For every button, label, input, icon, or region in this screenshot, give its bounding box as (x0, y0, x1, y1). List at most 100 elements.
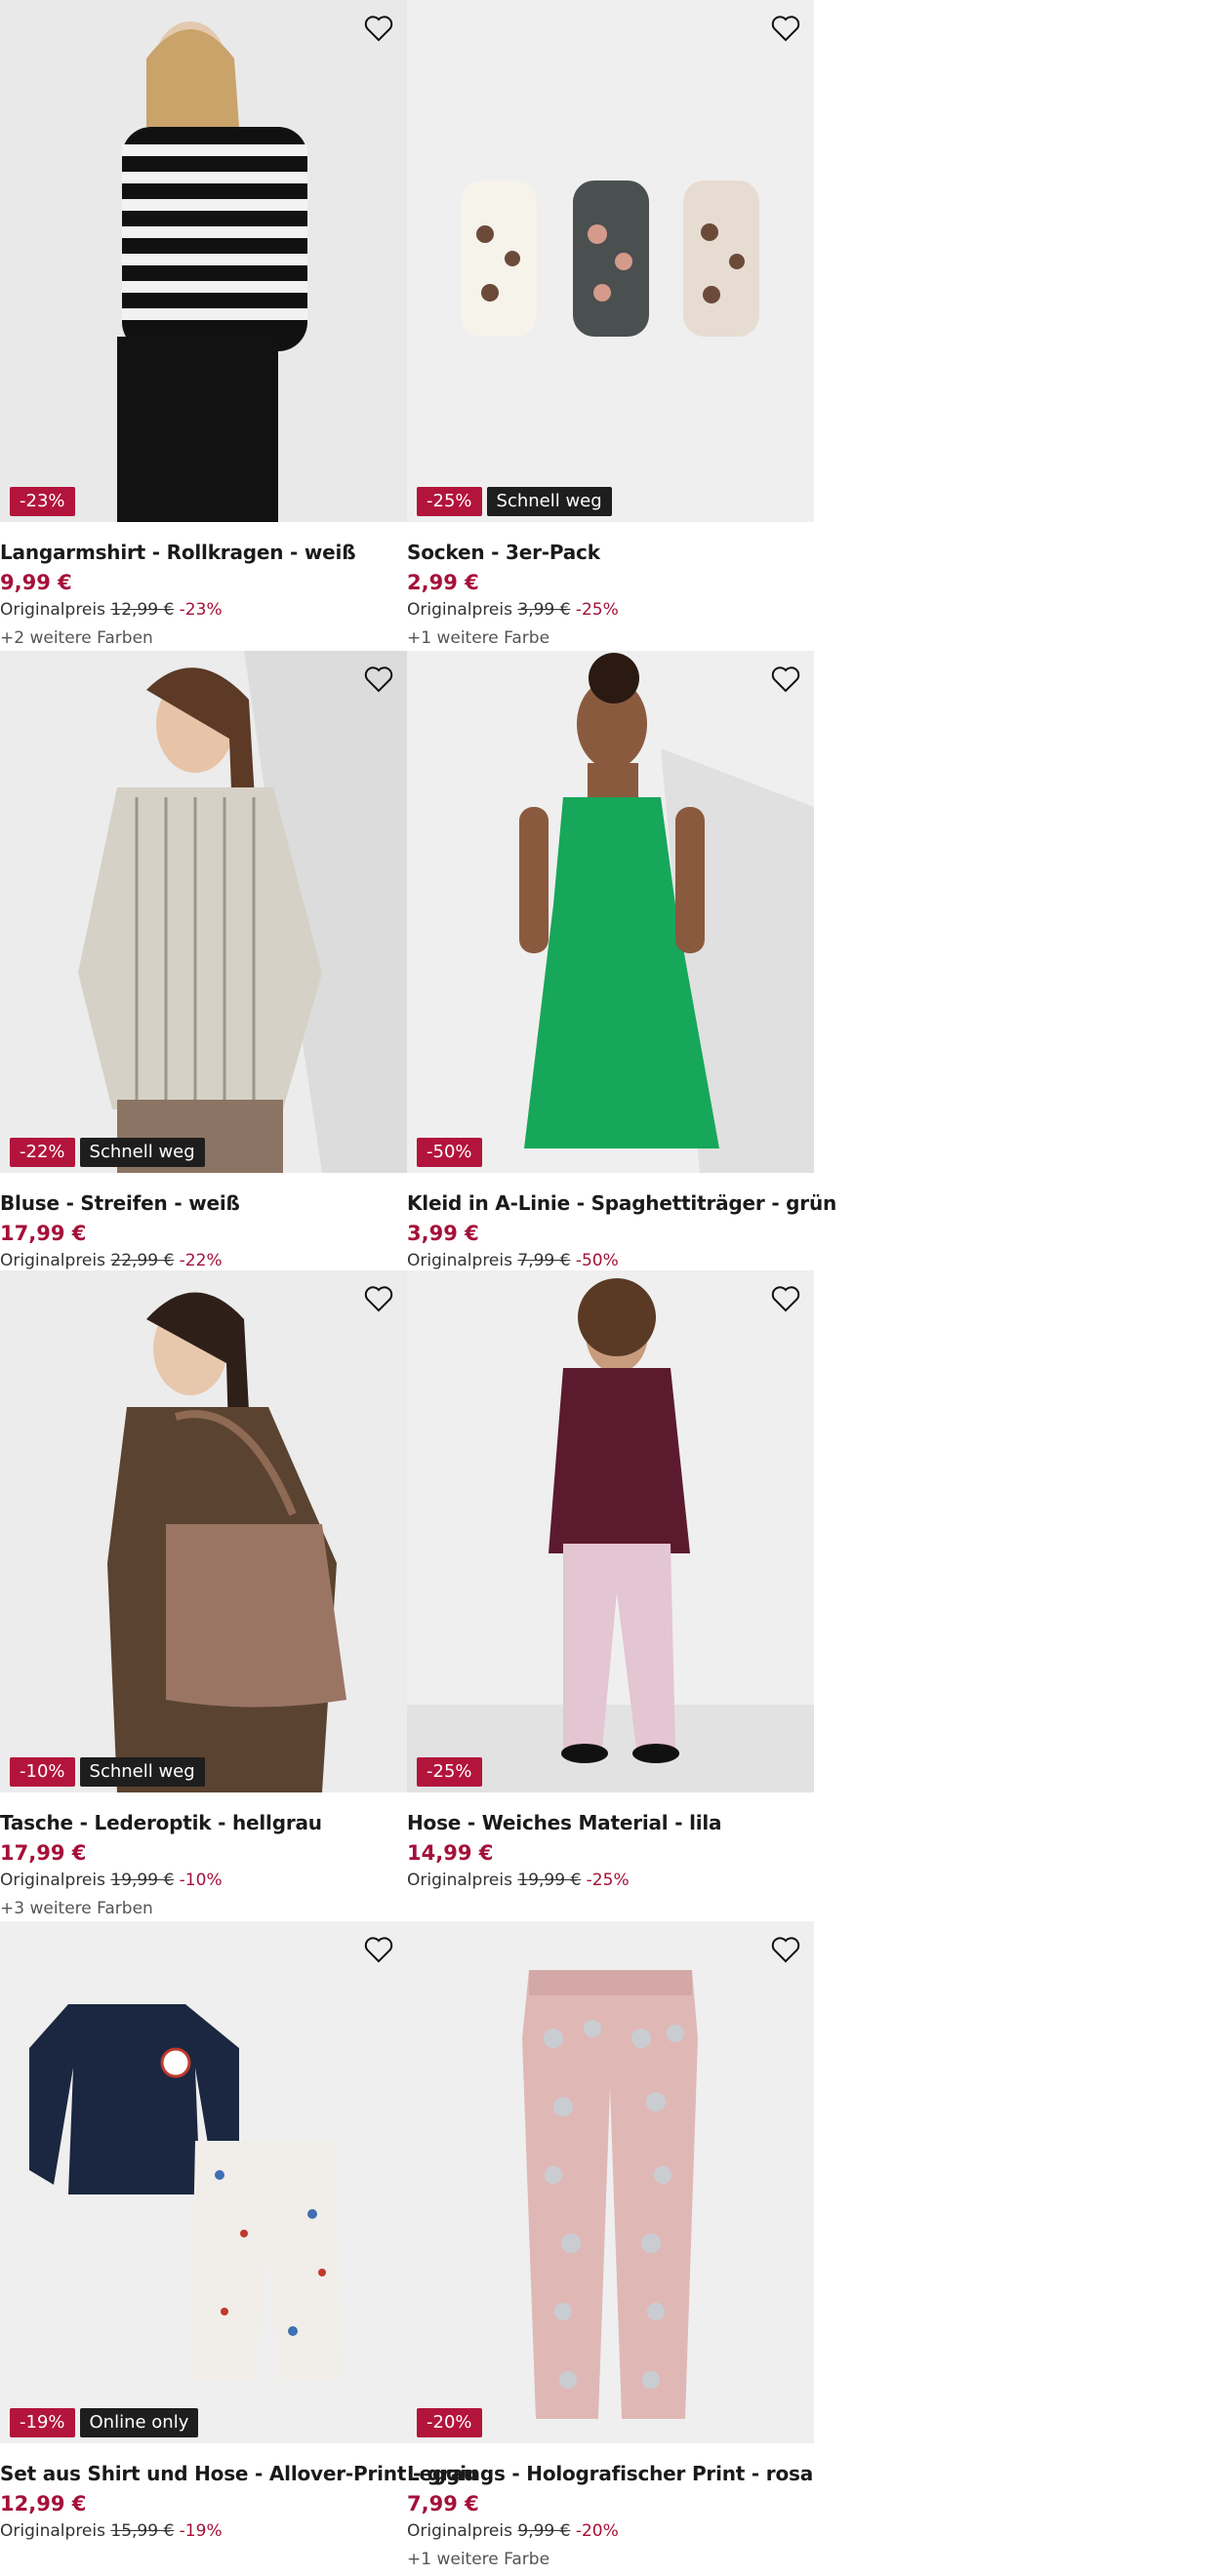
product-image[interactable]: -23% (0, 0, 407, 522)
original-price: 19,99 € (110, 1871, 175, 1890)
badge-group: -25% Schnell weg (417, 487, 612, 516)
product-price: 9,99 € (0, 571, 72, 594)
product-image[interactable]: -19% Online only (0, 1921, 407, 2443)
original-price-label: Originalpreis (0, 1871, 105, 1890)
original-price-line: Originalpreis 9,99 € -20% (407, 2519, 814, 2543)
wishlist-button[interactable] (360, 1931, 397, 1968)
original-price-label: Originalpreis (0, 600, 105, 620)
product-card[interactable]: -25% Hose - Weiches Material - lila 14,9… (407, 1270, 814, 1921)
discount-badge: -19% (10, 2408, 75, 2437)
product-image[interactable]: -22% Schnell weg (0, 651, 407, 1173)
product-image[interactable]: -25% (407, 1270, 814, 1792)
product-card[interactable]: -23% Langarmshirt - Rollkragen - weiß 9,… (0, 0, 407, 651)
discount-badge: -20% (417, 2408, 482, 2437)
discount-percent: -19% (179, 2521, 223, 2541)
product-title[interactable]: Hose - Weiches Material - lila (407, 1808, 814, 1837)
original-price-label: Originalpreis (407, 1251, 512, 1270)
original-price: 19,99 € (517, 1871, 582, 1890)
heart-icon (364, 1286, 393, 1312)
product-title[interactable]: Socken - 3er-Pack (407, 538, 814, 567)
product-card[interactable]: -19% Online only Set aus Shirt und Hose … (0, 1921, 477, 2573)
product-photo-trousers (407, 1270, 814, 1792)
wishlist-button[interactable] (360, 1280, 397, 1317)
wishlist-button[interactable] (360, 10, 397, 47)
original-price-line: Originalpreis 12,99 € -23% (0, 598, 407, 622)
heart-icon (771, 1937, 800, 1963)
heart-icon (364, 666, 393, 693)
product-photo-turtleneck (0, 0, 407, 522)
original-price-label: Originalpreis (0, 2521, 105, 2541)
product-price: 17,99 € (0, 1841, 87, 1865)
product-photo-blouse (0, 651, 407, 1173)
wishlist-button[interactable] (360, 661, 397, 698)
product-price: 2,99 € (407, 571, 479, 594)
product-image[interactable]: -50% (407, 651, 814, 1173)
original-price-label: Originalpreis (407, 1871, 512, 1890)
product-price: 3,99 € (407, 1222, 479, 1245)
original-price-line: Originalpreis 22,99 € -22% (0, 1249, 407, 1272)
original-price: 22,99 € (110, 1251, 175, 1270)
product-photo-dress (407, 651, 814, 1173)
status-badge: Schnell weg (79, 1757, 205, 1787)
product-image[interactable]: -10% Schnell weg (0, 1270, 407, 1792)
product-image[interactable]: -20% (407, 1921, 814, 2443)
original-price: 7,99 € (517, 1251, 571, 1270)
product-title[interactable]: Bluse - Streifen - weiß (0, 1188, 407, 1218)
status-badge: Schnell weg (79, 1138, 205, 1167)
product-image[interactable]: -25% Schnell weg (407, 0, 814, 522)
badge-group: -20% (417, 2408, 482, 2437)
discount-percent: -22% (179, 1251, 223, 1270)
original-price-line: Originalpreis 19,99 € -25% (407, 1869, 814, 1892)
product-grid: -23% Langarmshirt - Rollkragen - weiß 9,… (0, 0, 836, 2573)
product-title[interactable]: Kleid in A-Linie - Spaghettiträger - grü… (407, 1188, 836, 1218)
discount-badge: -25% (417, 1757, 482, 1787)
discount-badge: -25% (417, 487, 482, 516)
original-price-line: Originalpreis 3,99 € -25% (407, 598, 814, 622)
product-title[interactable]: Leggings - Holografischer Print - rosa (407, 2459, 814, 2488)
more-colors-link[interactable]: +3 weitere Farben (0, 1892, 407, 1925)
original-price-label: Originalpreis (0, 1251, 105, 1270)
badge-group: -25% (417, 1757, 482, 1787)
discount-percent: -50% (575, 1251, 619, 1270)
discount-percent: -10% (179, 1871, 223, 1890)
heart-icon (364, 16, 393, 42)
wishlist-button[interactable] (767, 1280, 804, 1317)
badge-group: -23% (10, 487, 75, 516)
more-colors-link[interactable]: +1 weitere Farbe (407, 622, 814, 655)
product-price: 14,99 € (407, 1841, 494, 1865)
original-price: 3,99 € (517, 600, 571, 620)
badge-group: -22% Schnell weg (10, 1138, 205, 1167)
wishlist-button[interactable] (767, 661, 804, 698)
badge-group: -10% Schnell weg (10, 1757, 205, 1787)
product-card[interactable]: -22% Schnell weg Bluse - Streifen - weiß… (0, 651, 407, 1270)
wishlist-button[interactable] (767, 1931, 804, 1968)
more-colors-link[interactable]: +2 weitere Farben (0, 622, 407, 655)
status-badge: Schnell weg (486, 487, 612, 516)
wishlist-button[interactable] (767, 10, 804, 47)
badge-group: -50% (417, 1138, 482, 1167)
product-title[interactable]: Langarmshirt - Rollkragen - weiß (0, 538, 407, 567)
discount-badge: -23% (10, 487, 75, 516)
original-price-line: Originalpreis 7,99 € -50% (407, 1249, 814, 1272)
more-colors-link[interactable]: +1 weitere Farbe (407, 2543, 814, 2576)
discount-percent: -20% (575, 2521, 619, 2541)
product-card[interactable]: -50% Kleid in A-Linie - Spaghettiträger … (407, 651, 836, 1272)
original-price-label: Originalpreis (407, 600, 512, 620)
product-title[interactable]: Tasche - Lederoptik - hellgrau (0, 1808, 407, 1837)
product-card[interactable]: -10% Schnell weg Tasche - Lederoptik - h… (0, 1270, 407, 1921)
original-price: 12,99 € (110, 600, 175, 620)
product-title[interactable]: Set aus Shirt und Hose - Allover-Print -… (0, 2459, 477, 2488)
discount-badge: -22% (10, 1138, 75, 1167)
original-price-line: Originalpreis 19,99 € -10% (0, 1869, 407, 1892)
badge-group: -19% Online only (10, 2408, 199, 2437)
status-badge: Online only (79, 2408, 199, 2437)
discount-badge: -10% (10, 1757, 75, 1787)
product-card[interactable]: -20% Leggings - Holografischer Print - r… (407, 1921, 814, 2573)
original-price: 9,99 € (517, 2521, 571, 2541)
heart-icon (771, 16, 800, 42)
product-price: 17,99 € (0, 1222, 87, 1245)
original-price-line: Originalpreis 15,99 € -19% (0, 2519, 407, 2543)
product-card[interactable]: -25% Schnell weg Socken - 3er-Pack 2,99 … (407, 0, 814, 651)
product-price: 12,99 € (0, 2492, 87, 2516)
product-photo-bag (0, 1270, 407, 1792)
